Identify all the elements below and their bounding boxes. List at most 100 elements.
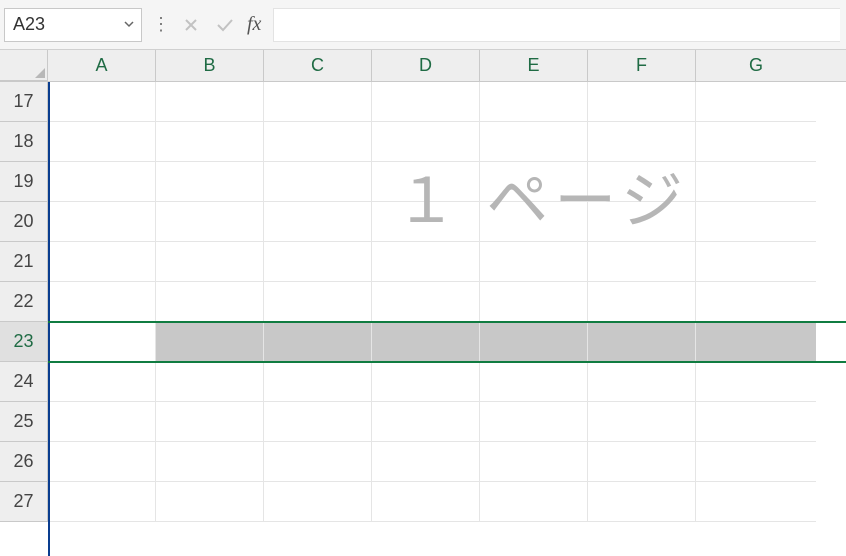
cell[interactable]	[156, 322, 264, 362]
column-header[interactable]: G	[696, 50, 816, 81]
cell[interactable]	[264, 242, 372, 282]
cell[interactable]	[156, 402, 264, 442]
cell[interactable]	[156, 242, 264, 282]
cell[interactable]	[696, 162, 816, 202]
cell[interactable]	[696, 122, 816, 162]
row-header[interactable]: 27	[0, 482, 48, 522]
cell[interactable]	[696, 402, 816, 442]
cell[interactable]	[264, 482, 372, 522]
cell[interactable]	[480, 482, 588, 522]
cell[interactable]	[156, 122, 264, 162]
cell[interactable]	[156, 362, 264, 402]
cell[interactable]	[696, 362, 816, 402]
cell[interactable]	[588, 442, 696, 482]
cell[interactable]	[588, 242, 696, 282]
row-header[interactable]: 20	[0, 202, 48, 242]
row-header[interactable]: 25	[0, 402, 48, 442]
cell[interactable]	[48, 442, 156, 482]
cell[interactable]	[156, 442, 264, 482]
column-header[interactable]: C	[264, 50, 372, 81]
cell[interactable]	[372, 322, 480, 362]
cell[interactable]	[480, 162, 588, 202]
cell[interactable]	[588, 202, 696, 242]
column-header[interactable]: B	[156, 50, 264, 81]
cell[interactable]	[48, 322, 156, 362]
cell[interactable]	[696, 442, 816, 482]
cell[interactable]	[48, 82, 156, 122]
cell[interactable]	[48, 242, 156, 282]
cell[interactable]	[372, 282, 480, 322]
chevron-down-icon[interactable]	[123, 17, 135, 33]
enter-icon[interactable]	[213, 13, 237, 37]
cell[interactable]	[372, 202, 480, 242]
cell[interactable]	[264, 202, 372, 242]
row-header[interactable]: 18	[0, 122, 48, 162]
cell[interactable]	[696, 282, 816, 322]
cell[interactable]	[48, 482, 156, 522]
cell[interactable]	[264, 82, 372, 122]
cell[interactable]	[48, 362, 156, 402]
cell[interactable]	[372, 82, 480, 122]
fx-icon[interactable]: fx	[247, 13, 265, 36]
cell[interactable]	[156, 482, 264, 522]
row-header[interactable]: 26	[0, 442, 48, 482]
cell[interactable]	[264, 402, 372, 442]
cell[interactable]	[480, 242, 588, 282]
cell[interactable]	[588, 162, 696, 202]
cell[interactable]	[480, 402, 588, 442]
cell[interactable]	[480, 362, 588, 402]
cell[interactable]	[696, 242, 816, 282]
cell[interactable]	[480, 122, 588, 162]
cell[interactable]	[264, 282, 372, 322]
cell[interactable]	[588, 482, 696, 522]
cell[interactable]	[588, 322, 696, 362]
column-header[interactable]: F	[588, 50, 696, 81]
cell[interactable]	[372, 162, 480, 202]
cell[interactable]	[264, 322, 372, 362]
column-header[interactable]: D	[372, 50, 480, 81]
cell[interactable]	[264, 362, 372, 402]
cell[interactable]	[372, 402, 480, 442]
row-header[interactable]: 19	[0, 162, 48, 202]
cell[interactable]	[156, 82, 264, 122]
cell[interactable]	[588, 362, 696, 402]
formula-input[interactable]	[273, 8, 840, 42]
cell[interactable]	[372, 482, 480, 522]
cell[interactable]	[48, 162, 156, 202]
row-header[interactable]: 17	[0, 82, 48, 122]
cell[interactable]	[156, 282, 264, 322]
row-header[interactable]: 22	[0, 282, 48, 322]
cell[interactable]	[696, 202, 816, 242]
cell[interactable]	[480, 442, 588, 482]
cell[interactable]	[264, 162, 372, 202]
cell[interactable]	[264, 442, 372, 482]
cell[interactable]	[696, 322, 816, 362]
cell[interactable]	[264, 122, 372, 162]
cell[interactable]	[588, 402, 696, 442]
row-header[interactable]: 21	[0, 242, 48, 282]
cell[interactable]	[372, 122, 480, 162]
cell[interactable]	[480, 82, 588, 122]
row-header[interactable]: 24	[0, 362, 48, 402]
cell[interactable]	[588, 122, 696, 162]
column-header[interactable]: A	[48, 50, 156, 81]
cell[interactable]	[480, 202, 588, 242]
cell[interactable]	[588, 82, 696, 122]
row-header[interactable]: 23	[0, 322, 48, 362]
cell[interactable]	[156, 162, 264, 202]
cell[interactable]	[48, 202, 156, 242]
cell[interactable]	[696, 82, 816, 122]
cell[interactable]	[48, 282, 156, 322]
column-header[interactable]: E	[480, 50, 588, 81]
cell[interactable]	[588, 282, 696, 322]
cell[interactable]	[48, 122, 156, 162]
spreadsheet-grid[interactable]: A B C D E F G 1718192021222324252627 １ ペ…	[0, 50, 846, 556]
cell[interactable]	[156, 202, 264, 242]
name-box[interactable]: A23	[4, 8, 142, 42]
select-all-button[interactable]	[0, 50, 48, 81]
cell[interactable]	[48, 402, 156, 442]
cell[interactable]	[372, 362, 480, 402]
cancel-icon[interactable]	[179, 13, 203, 37]
cell[interactable]	[480, 322, 588, 362]
cell[interactable]	[372, 442, 480, 482]
